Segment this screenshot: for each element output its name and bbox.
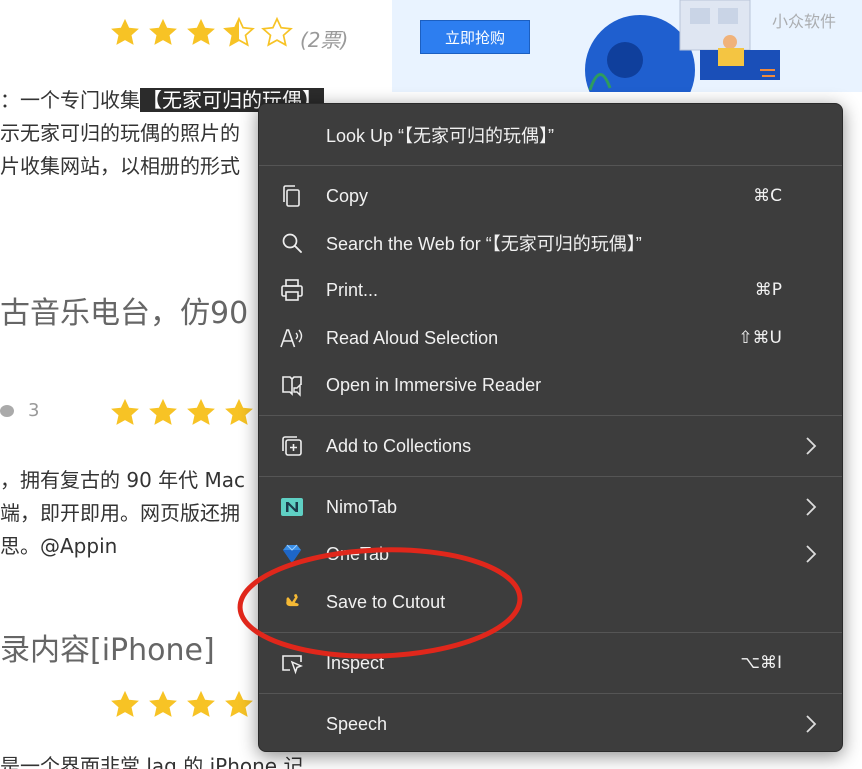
menu-item-label: OneTab <box>326 543 390 564</box>
menu-item-add-to-collections[interactable]: Add to Collections <box>259 424 842 468</box>
menu-separator <box>259 693 842 694</box>
vote-count: (2票) <box>300 28 349 52</box>
cutout-icon <box>279 589 305 615</box>
menu-item-label: Inspect <box>326 652 385 673</box>
menu-item-shortcut: ⌘C <box>753 186 782 206</box>
menu-item-label: Speech <box>326 713 388 734</box>
menu-item-label: Copy <box>326 185 369 206</box>
ad-banner[interactable]: 立即抢购 小众软件 <box>392 0 862 92</box>
paragraph-line: 示无家可归的玩偶的照片的 <box>0 121 240 145</box>
menu-item-label: Read Aloud Selection <box>326 327 499 348</box>
star-full-icon <box>111 398 139 425</box>
paragraph-line: 思。@Appin <box>0 534 118 558</box>
menu-item-label: Look Up “【无家可归的玩偶】” <box>326 126 555 146</box>
star-empty-icon <box>261 16 293 47</box>
paragraph-line: 是一个界面非常 lag 的 iPhone 记 <box>0 754 304 769</box>
copy-icon <box>279 183 305 209</box>
site-watermark: 小众软件 <box>772 12 837 31</box>
star-full-icon <box>111 18 139 45</box>
context-menu[interactable]: Look Up “【无家可归的玩偶】” Copy ⌘C Search the W… <box>258 103 843 752</box>
text-segment: ：一个专门收集 <box>0 88 140 112</box>
star-full-icon <box>149 398 177 425</box>
search-icon <box>279 230 305 256</box>
printer-icon <box>279 277 305 303</box>
menu-item-label: Open in Immersive Reader <box>326 374 542 395</box>
menu-item-read-aloud[interactable]: Read Aloud Selection ⇧⌘U <box>259 316 842 360</box>
collections-icon <box>279 433 305 459</box>
menu-item-shortcut: ⌥⌘I <box>740 653 782 673</box>
star-full-icon <box>149 18 177 45</box>
app-title-heading[interactable]: 录内容[iPhone] <box>0 625 215 669</box>
menu-item-nimotab[interactable]: NimoTab <box>259 485 842 529</box>
menu-item-look-up[interactable]: Look Up “【无家可归的玩偶】” <box>259 113 842 157</box>
paragraph-line: ，拥有复古的 90 年代 Mac <box>0 468 246 492</box>
star-full-icon <box>187 690 215 717</box>
onetab-icon <box>279 541 305 567</box>
star-full-icon <box>225 398 253 425</box>
banner-illustration <box>585 0 780 92</box>
menu-separator <box>259 415 842 416</box>
menu-item-inspect[interactable]: Inspect ⌥⌘I <box>259 641 842 685</box>
star-full-icon <box>187 18 215 45</box>
menu-item-label: Print... <box>326 279 379 300</box>
paragraph-line: 片收集网站，以相册的形式 <box>0 154 240 178</box>
menu-separator <box>259 632 842 633</box>
chevron-right-icon <box>806 498 817 516</box>
menu-item-label: Search the Web for “【无家可归的玩偶】” <box>326 234 642 254</box>
comment-icon <box>0 404 14 417</box>
star-half-icon <box>223 16 255 47</box>
read-aloud-icon <box>279 325 305 351</box>
menu-item-shortcut: ⌘P <box>754 280 782 300</box>
nimotab-icon <box>279 494 305 520</box>
buy-now-button[interactable]: 立即抢购 <box>420 20 530 54</box>
menu-item-speech[interactable]: Speech <box>259 702 842 746</box>
rating-stars-bottom <box>108 688 256 722</box>
menu-separator <box>259 476 842 477</box>
menu-item-search-web[interactable]: Search the Web for “【无家可归的玩偶】” <box>259 221 842 265</box>
menu-item-shortcut: ⇧⌘U <box>738 328 782 348</box>
menu-item-label: Save to Cutout <box>326 591 446 612</box>
menu-item-save-to-cutout[interactable]: Save to Cutout <box>259 580 842 624</box>
paragraph-line: 端，即开即用。网页版还拥 <box>0 501 240 525</box>
menu-item-onetab[interactable]: OneTab <box>259 532 842 576</box>
star-full-icon <box>111 690 139 717</box>
comment-number: 3 <box>28 400 40 421</box>
star-full-icon <box>187 398 215 425</box>
chevron-right-icon <box>806 437 817 455</box>
menu-separator <box>259 165 842 166</box>
menu-item-label: NimoTab <box>326 496 398 517</box>
chevron-right-icon <box>806 715 817 733</box>
comment-count[interactable]: 3 <box>0 400 39 421</box>
rating-stars-middle <box>108 396 256 430</box>
immersive-reader-icon <box>279 372 305 398</box>
menu-item-copy[interactable]: Copy ⌘C <box>259 174 842 218</box>
rating-stars-top <box>108 16 294 50</box>
menu-item-label: Add to Collections <box>326 435 472 456</box>
menu-item-print[interactable]: Print... ⌘P <box>259 268 842 312</box>
inspect-icon <box>279 650 305 676</box>
star-full-icon <box>149 690 177 717</box>
star-full-icon <box>225 690 253 717</box>
chevron-right-icon <box>806 545 817 563</box>
app-title-heading[interactable]: 古音乐电台，仿90 <box>0 288 248 332</box>
menu-item-immersive-reader[interactable]: Open in Immersive Reader <box>259 363 842 407</box>
